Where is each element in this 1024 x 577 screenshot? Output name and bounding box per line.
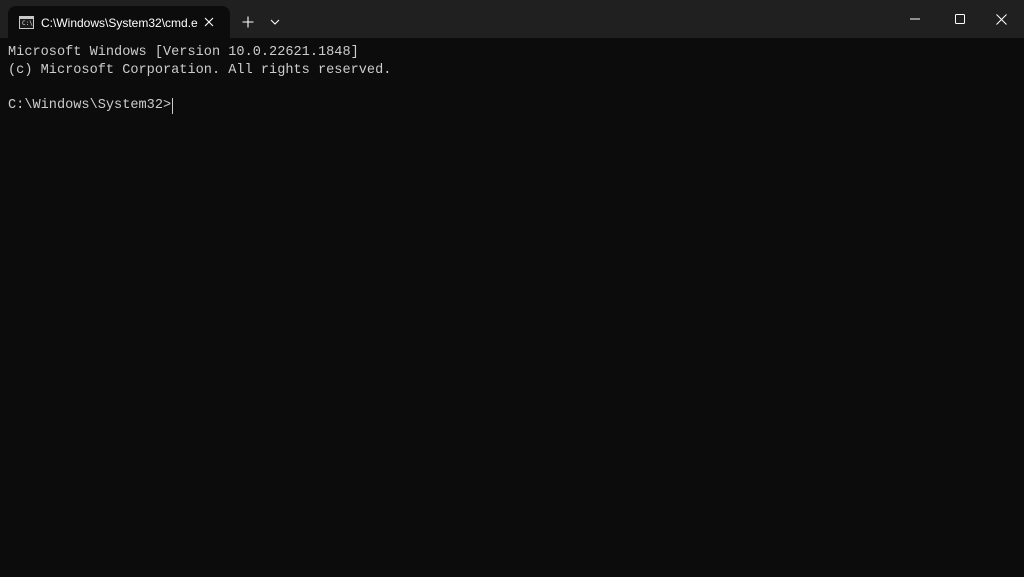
terminal-line: (c) Microsoft Corporation. All rights re… [8,63,392,78]
tab-close-button[interactable] [198,11,220,33]
chevron-down-icon [270,19,280,25]
command-prompt: C:\Windows\System32> [8,98,172,113]
profile-dropdown-button[interactable] [264,7,286,37]
title-bar[interactable]: C:\ C:\Windows\System32\cmd.e [0,0,1024,38]
tab-title: C:\Windows\System32\cmd.e [41,16,198,30]
close-window-button[interactable] [978,0,1024,38]
terminal-output[interactable]: Microsoft Windows [Version 10.0.22621.18… [0,38,1024,577]
plus-icon [242,16,254,28]
command-prompt-icon: C:\ [19,16,34,29]
tab-cmd[interactable]: C:\ C:\Windows\System32\cmd.e [8,6,230,38]
prompt-line[interactable]: C:\Windows\System32> [8,97,1024,115]
close-icon [995,13,1007,25]
terminal-window: C:\ C:\Windows\System32\cmd.e Microsoft … [0,0,1024,577]
maximize-icon [955,14,965,24]
maximize-button[interactable] [937,0,983,38]
new-tab-button[interactable] [236,7,260,37]
text-cursor [172,98,174,114]
terminal-line: Microsoft Windows [Version 10.0.22621.18… [8,45,359,60]
minimize-icon [910,18,920,20]
minimize-button[interactable] [892,0,938,38]
close-icon [204,17,214,27]
